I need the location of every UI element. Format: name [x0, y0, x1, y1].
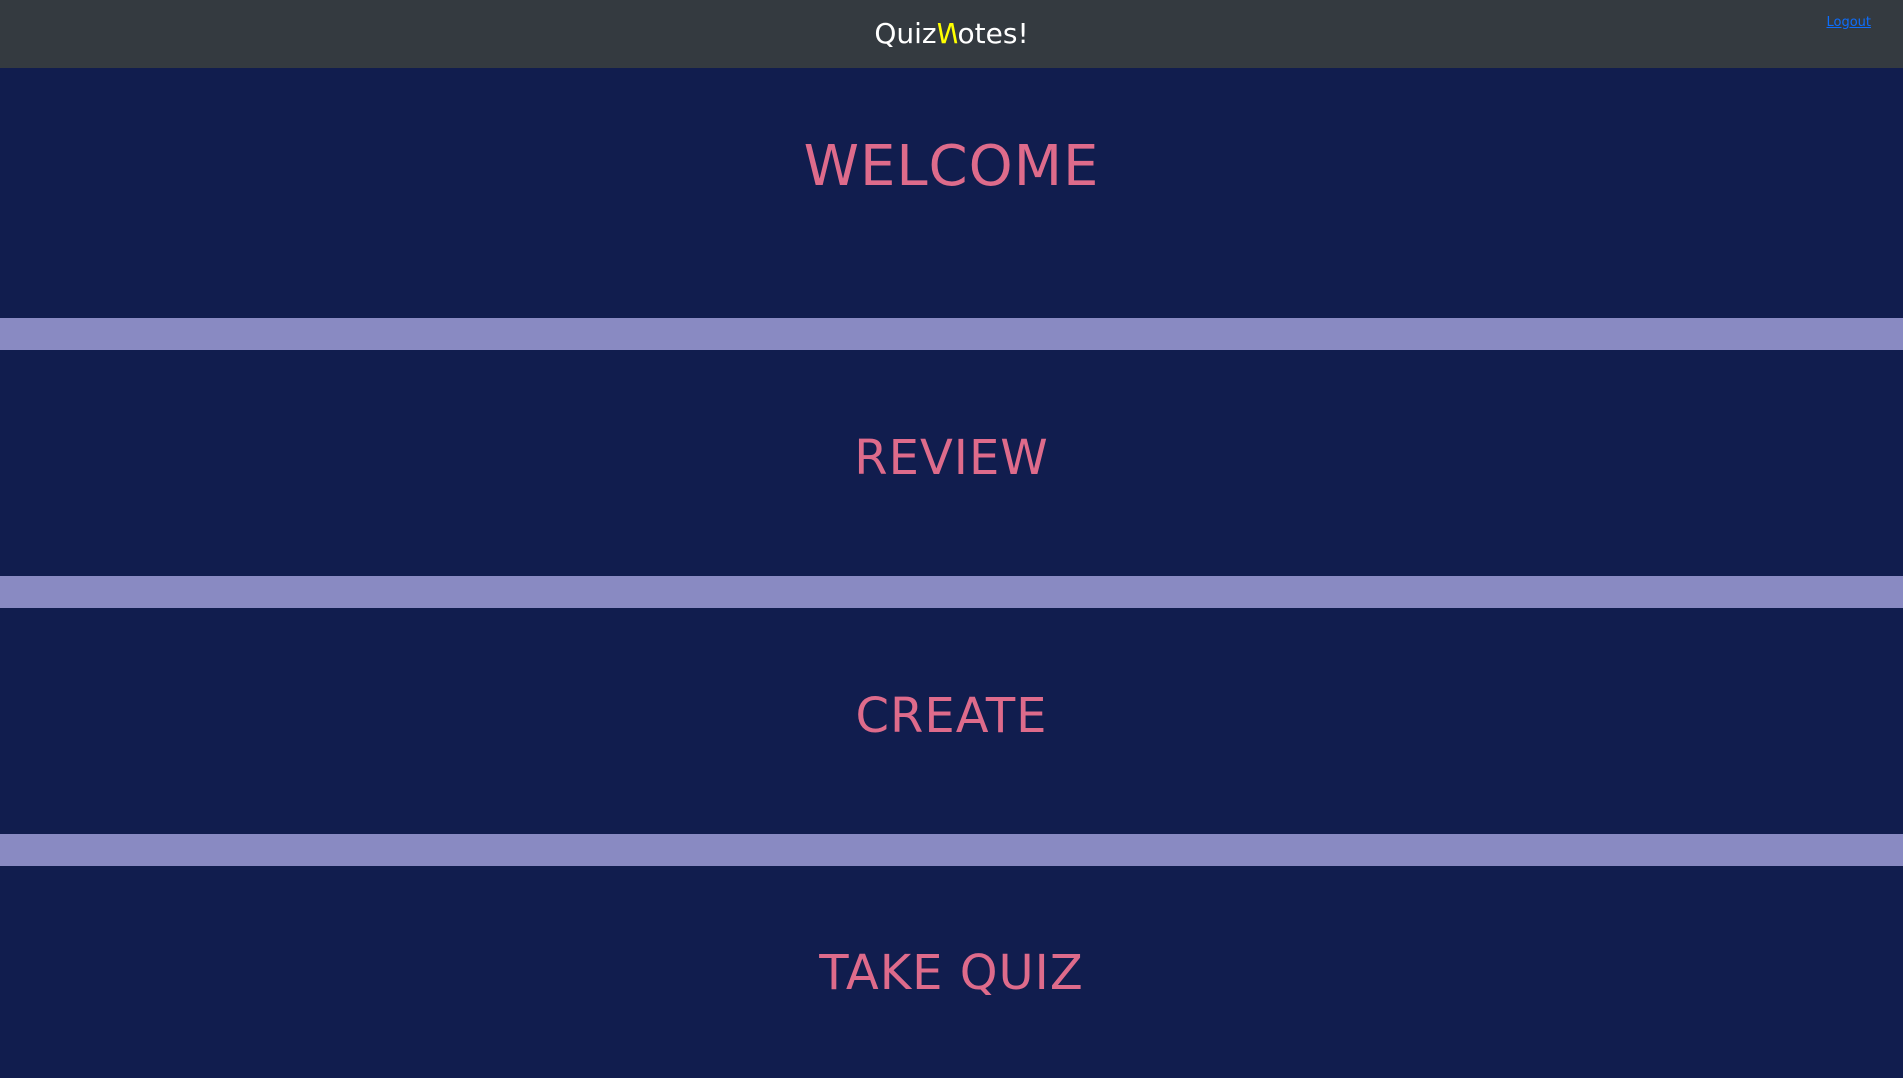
section-divider: [0, 834, 1903, 866]
take-quiz-link[interactable]: TAKE QUIZ: [0, 945, 1903, 1001]
review-link[interactable]: REVIEW: [0, 430, 1903, 486]
app-brand: QuizNotes!: [0, 16, 1903, 52]
top-navbar: QuizNotes! Logout: [0, 0, 1903, 68]
welcome-heading: WELCOME: [803, 134, 1100, 199]
section-divider: [0, 576, 1903, 608]
logout-link[interactable]: Logout: [1826, 15, 1871, 31]
brand-suffix: otes!: [957, 17, 1029, 50]
create-link[interactable]: CREATE: [0, 688, 1903, 744]
section-divider: [0, 318, 1903, 350]
brand-prefix: Quiz: [874, 17, 937, 50]
brand-accent-letter: N: [936, 17, 958, 50]
